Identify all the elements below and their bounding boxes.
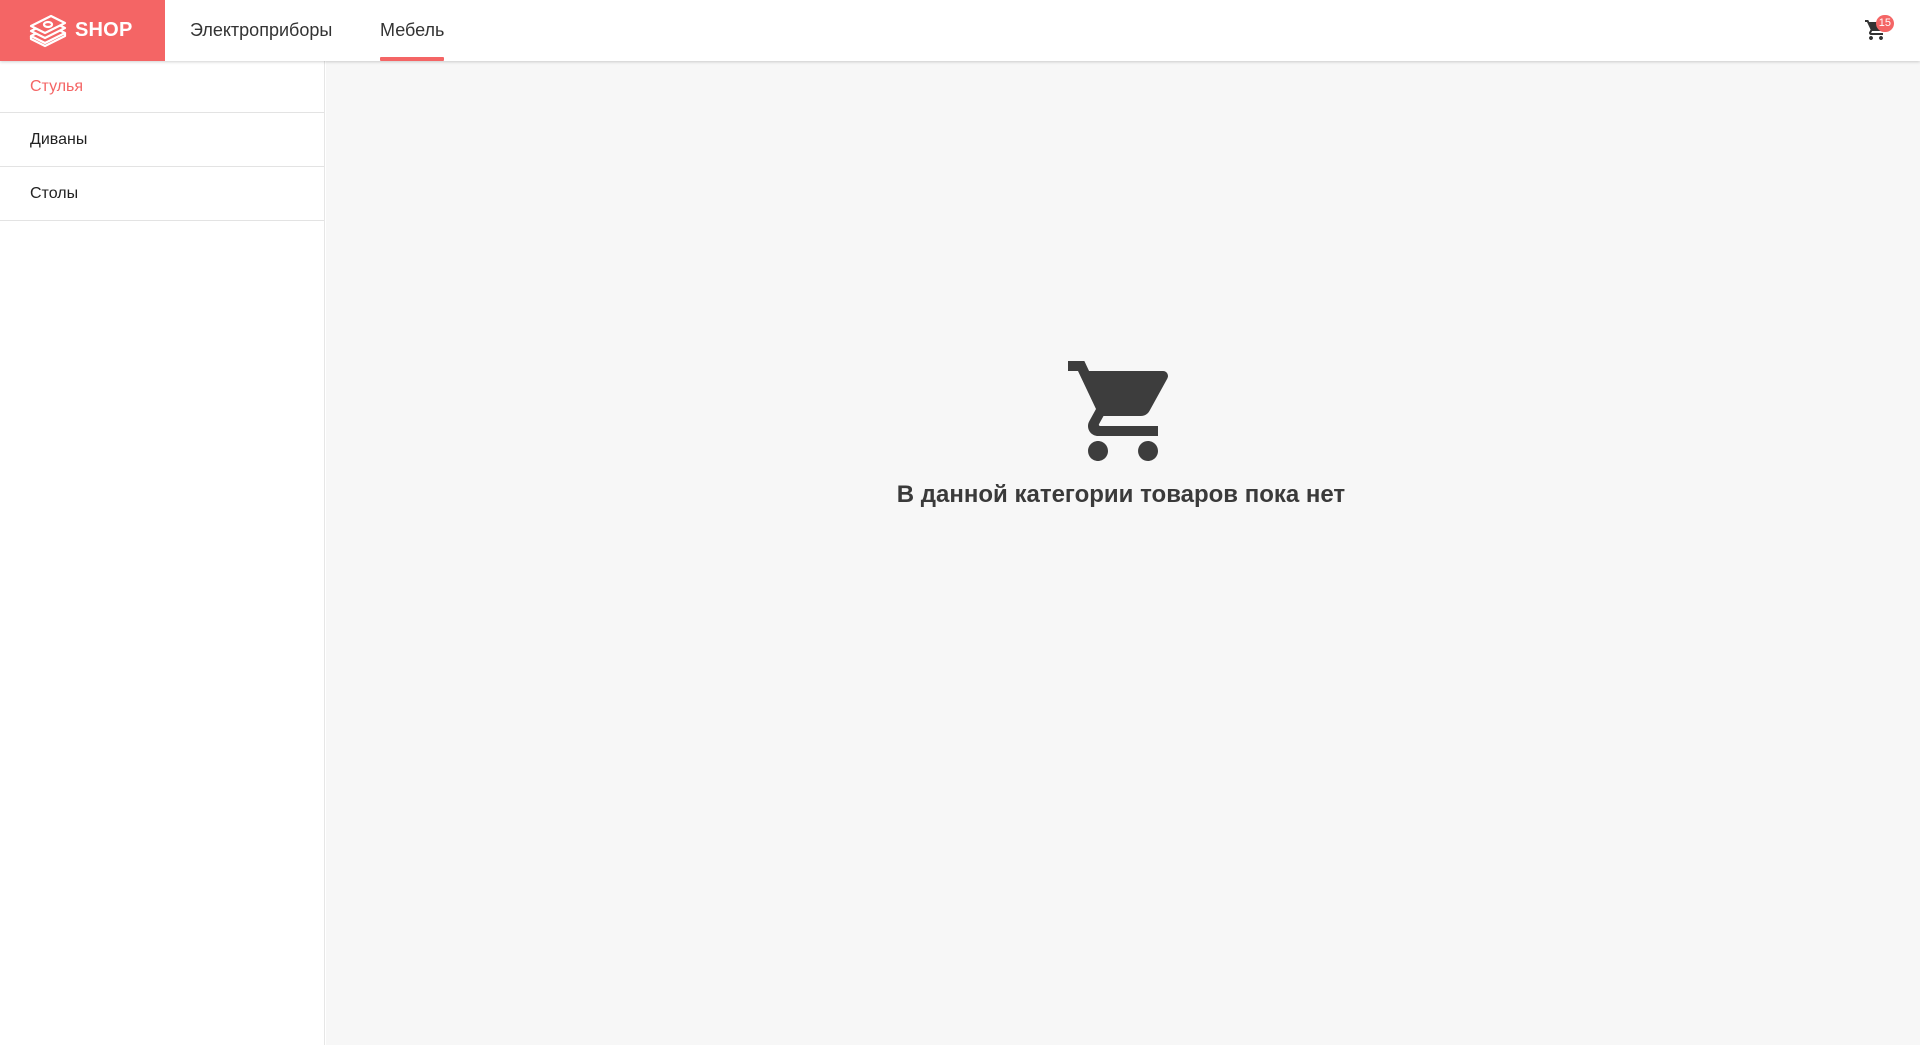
empty-message: В данной категории товаров пока нет — [896, 481, 1346, 508]
top-navigation-bar: SHOP Электроприборы Мебель 15 — [0, 0, 1920, 61]
tab-electronics[interactable]: Электроприборы — [190, 0, 332, 61]
sidebar-item-sofas[interactable]: Диваны — [0, 113, 324, 167]
empty-state: В данной категории товаров пока нет — [326, 351, 1920, 509]
cart-button[interactable]: 15 — [1860, 13, 1896, 49]
money-stack-icon — [29, 14, 67, 48]
logo-text: SHOP — [75, 19, 133, 41]
main-content: В данной категории товаров пока нет — [326, 61, 1920, 1045]
shop-logo[interactable]: SHOP — [0, 0, 165, 61]
sidebar-item-label: Столы — [30, 184, 79, 202]
cart-icon — [1068, 361, 1169, 461]
sidebar-item-label: Стулья — [30, 77, 84, 95]
tab-label: Электроприборы — [190, 20, 333, 40]
sidebar-item-tables[interactable]: Столы — [0, 167, 324, 221]
sidebar-item-chairs[interactable]: Стулья — [0, 61, 324, 113]
category-sidebar: Стулья Диваны Столы — [0, 61, 325, 1045]
cart-count-badge: 15 — [1875, 15, 1894, 32]
tab-furniture[interactable]: Мебель — [380, 0, 445, 61]
tab-label: Мебель — [380, 20, 445, 40]
sidebar-item-label: Диваны — [30, 130, 88, 148]
